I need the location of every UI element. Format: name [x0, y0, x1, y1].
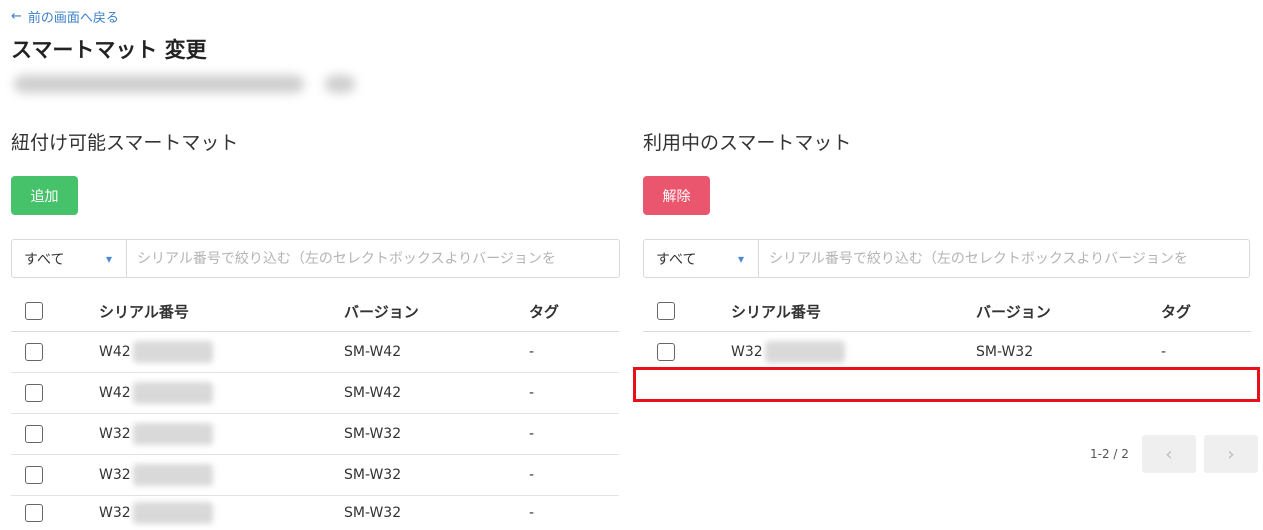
- table-row[interactable]: W32 SM-W32 -: [11, 414, 619, 455]
- table-row[interactable]: W42 SM-W42 -: [11, 332, 619, 373]
- table-header: シリアル番号 バージョン タグ: [11, 291, 619, 332]
- version-cell: SM-W32: [344, 467, 402, 483]
- available-table: シリアル番号 バージョン タグ W42 SM-W42 - W42 SM-W42 …: [11, 291, 619, 530]
- redacted-serial: [132, 423, 213, 445]
- chevron-right-icon: ›: [1227, 443, 1235, 465]
- filter-bar: すべて ▾: [11, 239, 620, 278]
- row-checkbox[interactable]: [25, 504, 43, 522]
- table-header: シリアル番号 バージョン タグ: [643, 291, 1251, 332]
- serial-cell: W32: [99, 426, 131, 442]
- available-section-title: 紐付け可能スマートマット: [11, 132, 239, 154]
- version-select-value: すべて: [656, 251, 697, 268]
- in-use-section-title: 利用中のスマートマット: [643, 132, 852, 154]
- redacted-serial: [132, 382, 213, 404]
- row-checkbox[interactable]: [25, 343, 43, 361]
- column-header-serial: シリアル番号: [731, 302, 821, 321]
- row-checkbox[interactable]: [25, 384, 43, 402]
- table-row[interactable]: W32 SM-W32 -: [643, 332, 1251, 372]
- chevron-down-icon: ▾: [105, 251, 112, 266]
- highlight-box: [633, 367, 1260, 402]
- add-button[interactable]: 追加: [11, 176, 78, 215]
- column-header-tag: タグ: [529, 302, 560, 321]
- tag-cell: -: [529, 505, 535, 521]
- select-all-checkbox[interactable]: [25, 302, 43, 320]
- in-use-table: シリアル番号 バージョン タグ W32 SM-W32 -: [643, 291, 1251, 372]
- page-info: 1-2 / 2: [1090, 447, 1129, 461]
- row-checkbox[interactable]: [25, 425, 43, 443]
- tag-cell: -: [529, 467, 535, 483]
- column-header-tag: タグ: [1161, 302, 1192, 321]
- table-row[interactable]: W42 SM-W42 -: [11, 373, 619, 414]
- table-row[interactable]: W32 SM-W32 -: [11, 455, 619, 496]
- column-header-version: バージョン: [344, 302, 419, 321]
- tag-cell: -: [529, 426, 535, 442]
- version-select[interactable]: すべて ▾: [12, 240, 127, 277]
- serial-search-input[interactable]: [127, 240, 619, 277]
- chevron-left-icon: ‹: [1165, 443, 1173, 465]
- serial-cell: W42: [99, 385, 131, 401]
- select-all-checkbox[interactable]: [657, 302, 675, 320]
- column-header-serial: シリアル番号: [99, 302, 189, 321]
- chevron-down-icon: ▾: [737, 251, 744, 266]
- prev-page-button[interactable]: ‹: [1142, 435, 1196, 473]
- pagination: 1-2 / 2 ‹ ›: [1090, 435, 1258, 473]
- version-select-value: すべて: [24, 251, 65, 268]
- version-cell: SM-W42: [344, 344, 402, 360]
- version-select[interactable]: すべて ▾: [644, 240, 759, 277]
- version-cell: SM-W32: [344, 505, 402, 521]
- serial-cell: W32: [731, 344, 763, 360]
- version-cell: SM-W42: [344, 385, 402, 401]
- version-cell: SM-W32: [344, 426, 402, 442]
- redacted-serial: [764, 341, 845, 363]
- remove-button[interactable]: 解除: [643, 176, 710, 215]
- redacted-serial: [132, 341, 213, 363]
- row-checkbox[interactable]: [25, 466, 43, 484]
- row-checkbox[interactable]: [657, 343, 675, 361]
- next-page-button[interactable]: ›: [1204, 435, 1258, 473]
- version-cell: SM-W32: [976, 344, 1034, 360]
- table-row[interactable]: W32 SM-W32 -: [11, 496, 619, 530]
- filter-bar: すべて ▾: [643, 239, 1250, 278]
- column-header-version: バージョン: [976, 302, 1051, 321]
- tag-cell: -: [1161, 344, 1167, 360]
- serial-cell: W42: [99, 344, 131, 360]
- redacted-serial: [132, 502, 213, 524]
- tag-cell: -: [529, 344, 535, 360]
- serial-search-input[interactable]: [759, 240, 1249, 277]
- serial-cell: W32: [99, 505, 131, 521]
- available-smartmat-panel: 紐付け可能スマートマット 追加 すべて ▾ シリアル番号 バージョン タグ W4…: [11, 0, 620, 530]
- serial-cell: W32: [99, 467, 131, 483]
- redacted-serial: [132, 464, 213, 486]
- tag-cell: -: [529, 385, 535, 401]
